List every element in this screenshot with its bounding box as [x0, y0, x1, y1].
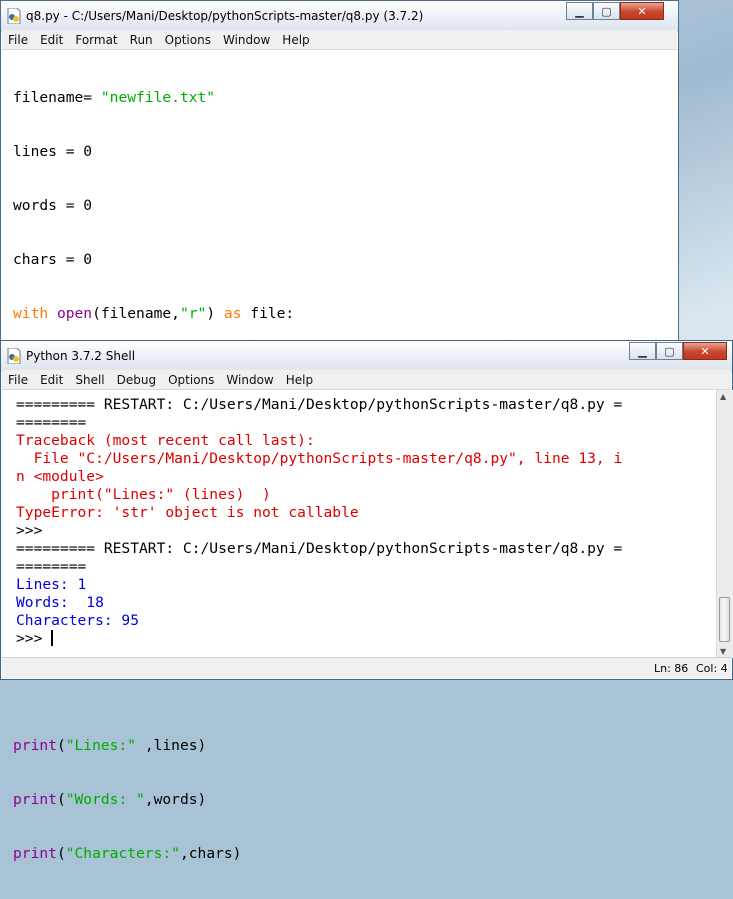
menu-options[interactable]: Options — [162, 373, 220, 387]
scroll-up-icon[interactable]: ▲ — [720, 392, 726, 401]
shell-line: ========= RESTART: C:/Users/Mani/Desktop… — [16, 540, 623, 557]
shell-line: ======== — [16, 414, 87, 431]
shell-statusbar: Ln: 86 Col: 4 — [2, 657, 731, 678]
shell-line: Traceback (most recent call last): — [16, 432, 315, 449]
menu-help[interactable]: Help — [276, 33, 315, 47]
scrollbar-thumb[interactable] — [719, 597, 730, 642]
status-col: Col: 4 — [696, 662, 728, 675]
editor-menubar: File Edit Format Run Options Window Help — [2, 30, 677, 50]
menu-edit[interactable]: Edit — [34, 373, 69, 387]
code-line-3: words = 0 — [13, 197, 93, 214]
shell-titlebar[interactable]: Python 3.7.2 Shell ▁ ▢ ✕ — [1, 341, 732, 372]
shell-scrollbar[interactable]: ▲ ▼ — [716, 390, 733, 658]
shell-line: File "C:/Users/Mani/Desktop/pythonScript… — [16, 450, 623, 467]
shell-output-area[interactable]: >>>========= RESTART: C:/Users/Mani/Desk… — [2, 390, 716, 658]
shell-menubar: File Edit Shell Debug Options Window Hel… — [2, 370, 731, 390]
menu-edit[interactable]: Edit — [34, 33, 69, 47]
menu-debug[interactable]: Debug — [111, 373, 162, 387]
maximize-icon[interactable]: ▢ — [656, 342, 683, 360]
shell-line: n <module> — [16, 468, 104, 485]
shell-line: Words: 18 — [16, 594, 104, 611]
minimize-icon[interactable]: ▁ — [566, 2, 593, 20]
python-file-icon — [7, 8, 21, 24]
editor-titlebar[interactable]: q8.py - C:/Users/Mani/Desktop/pythonScri… — [1, 1, 678, 32]
menu-file[interactable]: File — [2, 373, 34, 387]
menu-options[interactable]: Options — [159, 33, 217, 47]
shell-output-text: >>>========= RESTART: C:/Users/Mani/Desk… — [16, 390, 622, 648]
maximize-icon[interactable]: ▢ — [593, 2, 620, 20]
code-line-2: lines = 0 — [13, 143, 93, 160]
shell-line: >>> — [16, 522, 43, 539]
minimize-icon[interactable]: ▁ — [629, 342, 656, 360]
python-shell-icon — [7, 348, 21, 364]
editor-title: q8.py - C:/Users/Mani/Desktop/pythonScri… — [26, 9, 424, 23]
text-cursor — [51, 630, 54, 646]
code-line-5: with open(filename,"r") as file: — [13, 305, 295, 322]
shell-line: ======== — [16, 558, 87, 575]
scroll-down-icon[interactable]: ▼ — [720, 647, 726, 656]
code-line-1: filename= "newfile.txt" — [13, 89, 216, 106]
code-line-4: chars = 0 — [13, 251, 93, 268]
close-icon[interactable]: ✕ — [683, 342, 727, 360]
menu-shell[interactable]: Shell — [69, 373, 110, 387]
menu-window[interactable]: Window — [220, 373, 279, 387]
code-line-14: print("Words: ",words) — [13, 791, 207, 808]
shell-prompt-line[interactable]: >>> — [16, 630, 622, 648]
shell-line: Characters: 95 — [16, 612, 140, 629]
shell-line: ========= RESTART: C:/Users/Mani/Desktop… — [16, 396, 623, 413]
shell-window-controls: ▁ ▢ ✕ — [629, 342, 727, 361]
shell-prompt: >>> — [16, 630, 52, 647]
shell-line: print("Lines:" (lines) ) — [16, 486, 271, 503]
editor-window: q8.py - C:/Users/Mani/Desktop/pythonScri… — [0, 0, 679, 862]
shell-window: Python 3.7.2 Shell ▁ ▢ ✕ File Edit Shell… — [0, 340, 733, 680]
shell-line: Lines: 1 — [16, 576, 87, 593]
shell-line: TypeError: 'str' object is not callable — [16, 504, 359, 521]
close-icon[interactable]: ✕ — [620, 2, 664, 20]
code-line-15: print("Characters:",chars) — [13, 845, 242, 862]
menu-format[interactable]: Format — [69, 33, 123, 47]
shell-title: Python 3.7.2 Shell — [26, 349, 136, 363]
menu-window[interactable]: Window — [217, 33, 276, 47]
menu-help[interactable]: Help — [280, 373, 319, 387]
menu-file[interactable]: File — [2, 33, 34, 47]
editor-window-controls: ▁ ▢ ✕ — [566, 2, 664, 21]
menu-run[interactable]: Run — [124, 33, 159, 47]
status-line: Ln: 86 — [654, 662, 689, 675]
code-line-13: print("Lines:" ,lines) — [13, 737, 207, 754]
